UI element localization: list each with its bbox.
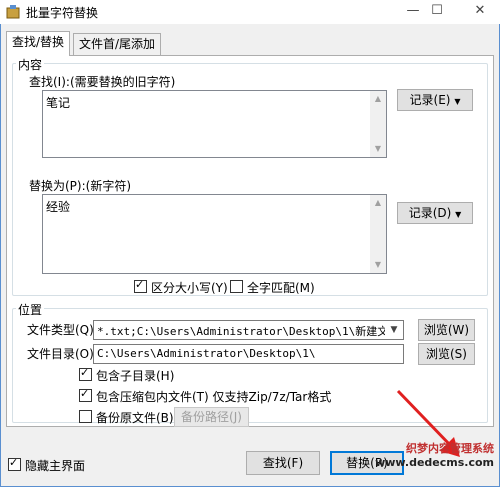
include-archive-label: 包含压缩包内文件(T) 仅支持Zip/7z/Tar格式 [96, 390, 332, 404]
directory-field[interactable]: C:\Users\Administrator\Desktop\1\ [93, 344, 404, 364]
watermark-line1: 织梦内容管理系统 [406, 442, 494, 455]
tab-panel-find-replace: 内容 查找(I):(需要替换的旧字符) 笔记 ▲ ▼ 记录(E) ▼ 替换为(P… [6, 55, 494, 427]
find-text: 笔记 [46, 96, 71, 110]
filetype-browse-button[interactable]: 浏览(W) [418, 319, 475, 341]
checkbox-icon [79, 387, 92, 402]
case-sensitive-label: 区分大小写(Y) [151, 281, 228, 295]
app-icon [6, 5, 20, 19]
replace-scrollbar[interactable]: ▲ ▼ [370, 195, 386, 273]
include-subdir-label: 包含子目录(H) [96, 369, 175, 383]
content-group-legend: 内容 [16, 56, 45, 73]
find-record-label: 记录(E) [409, 93, 451, 107]
replace-label: 替换为(P):(新字符) [29, 179, 132, 193]
scroll-down-icon[interactable]: ▼ [370, 141, 386, 157]
location-group-legend: 位置 [16, 301, 45, 318]
replace-record-button[interactable]: 记录(D) ▼ [397, 202, 473, 224]
filetype-value: *.txt;C:\Users\Administrator\Desktop\1\新… [97, 325, 385, 338]
find-label: 查找(I):(需要替换的旧字符) [29, 75, 176, 89]
dropdown-arrow-icon: ▼ [454, 97, 461, 106]
whole-word-label: 全字匹配(M) [247, 281, 315, 295]
tab-file-head-tail[interactable]: 文件首/尾添加 [73, 33, 162, 55]
replace-text: 经验 [46, 200, 71, 214]
find-button[interactable]: 查找(F) [246, 451, 320, 475]
find-scrollbar[interactable]: ▲ ▼ [370, 91, 386, 157]
checkbox-icon [79, 410, 92, 423]
replace-record-label: 记录(D) [408, 206, 452, 220]
hide-main-label: 隐藏主界面 [25, 459, 86, 473]
backup-original-label: 备份原文件(B) [96, 411, 174, 425]
watermark: 织梦内容管理系统 www.dedecms.com [375, 440, 494, 469]
maximize-button[interactable]: ☐ [420, 0, 454, 24]
watermark-line2: www.dedecms.com [375, 456, 494, 469]
window-title: 批量字符替换 [26, 6, 99, 20]
directory-value: C:\Users\Administrator\Desktop\1\ [97, 347, 316, 360]
replace-textarea[interactable]: 经验 ▲ ▼ [42, 194, 387, 274]
scroll-up-icon[interactable]: ▲ [370, 195, 386, 211]
checkbox-icon [230, 280, 243, 293]
directory-browse-button[interactable]: 浏览(S) [418, 343, 475, 365]
checkbox-icon [8, 456, 21, 471]
filetype-label: 文件类型(Q) [27, 323, 94, 337]
backup-path-button[interactable]: 备份路径(J) [174, 407, 249, 427]
chevron-down-icon[interactable]: ▼ [387, 322, 401, 338]
scroll-up-icon[interactable]: ▲ [370, 91, 386, 107]
checkbox-icon [134, 278, 147, 293]
close-button[interactable]: ✕ [463, 0, 497, 24]
directory-label: 文件目录(O) [27, 347, 94, 361]
scroll-down-icon[interactable]: ▼ [370, 257, 386, 273]
checkbox-icon [79, 366, 92, 381]
find-textarea[interactable]: 笔记 ▲ ▼ [42, 90, 387, 158]
find-record-button[interactable]: 记录(E) ▼ [397, 89, 473, 111]
dropdown-arrow-icon: ▼ [455, 210, 462, 219]
filetype-combo[interactable]: *.txt;C:\Users\Administrator\Desktop\1\新… [93, 320, 404, 340]
batch-replace-window: 批量字符替换 — ☐ ✕ 查找/替换 文件首/尾添加 内容 查找(I):(需要替… [0, 0, 500, 487]
tab-find-replace[interactable]: 查找/替换 [6, 31, 71, 56]
title-bar: 批量字符替换 — ☐ ✕ [0, 0, 500, 24]
